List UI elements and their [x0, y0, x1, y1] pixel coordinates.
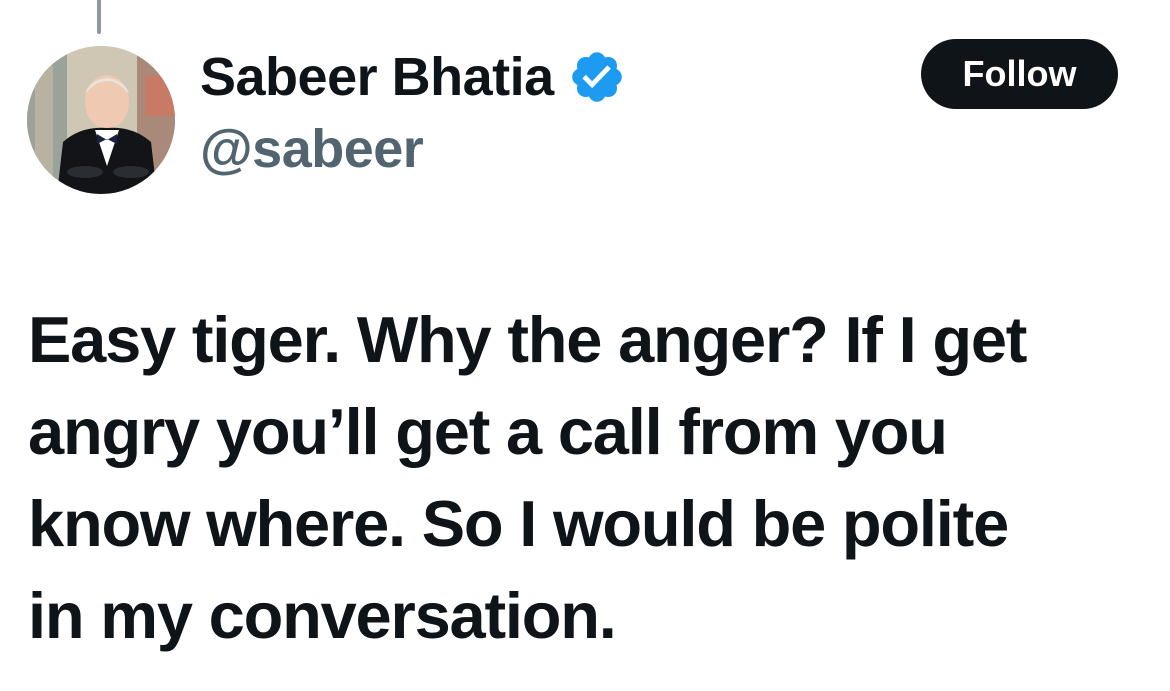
tweet-text-line: Easy tiger. Why the anger? If I get — [28, 303, 1027, 376]
tweet-text: Easy tiger. Why the anger? If I get angr… — [28, 294, 1148, 662]
tweet-text-line: in my conversation. — [28, 579, 617, 652]
avatar-photo — [27, 46, 175, 194]
verified-badge-icon[interactable] — [568, 48, 626, 106]
author-name-row: Sabeer Bhatia — [200, 42, 626, 112]
tweet-text-line: angry you’ll get a call from you — [28, 395, 948, 468]
follow-button[interactable]: Follow — [921, 39, 1118, 109]
author-handle[interactable]: @sabeer — [200, 118, 424, 180]
avatar[interactable] — [27, 46, 175, 194]
thread-connector-line — [97, 0, 101, 34]
author-display-name[interactable]: Sabeer Bhatia — [200, 46, 554, 108]
tweet-text-line: know where. So I would be polite — [28, 487, 1009, 560]
